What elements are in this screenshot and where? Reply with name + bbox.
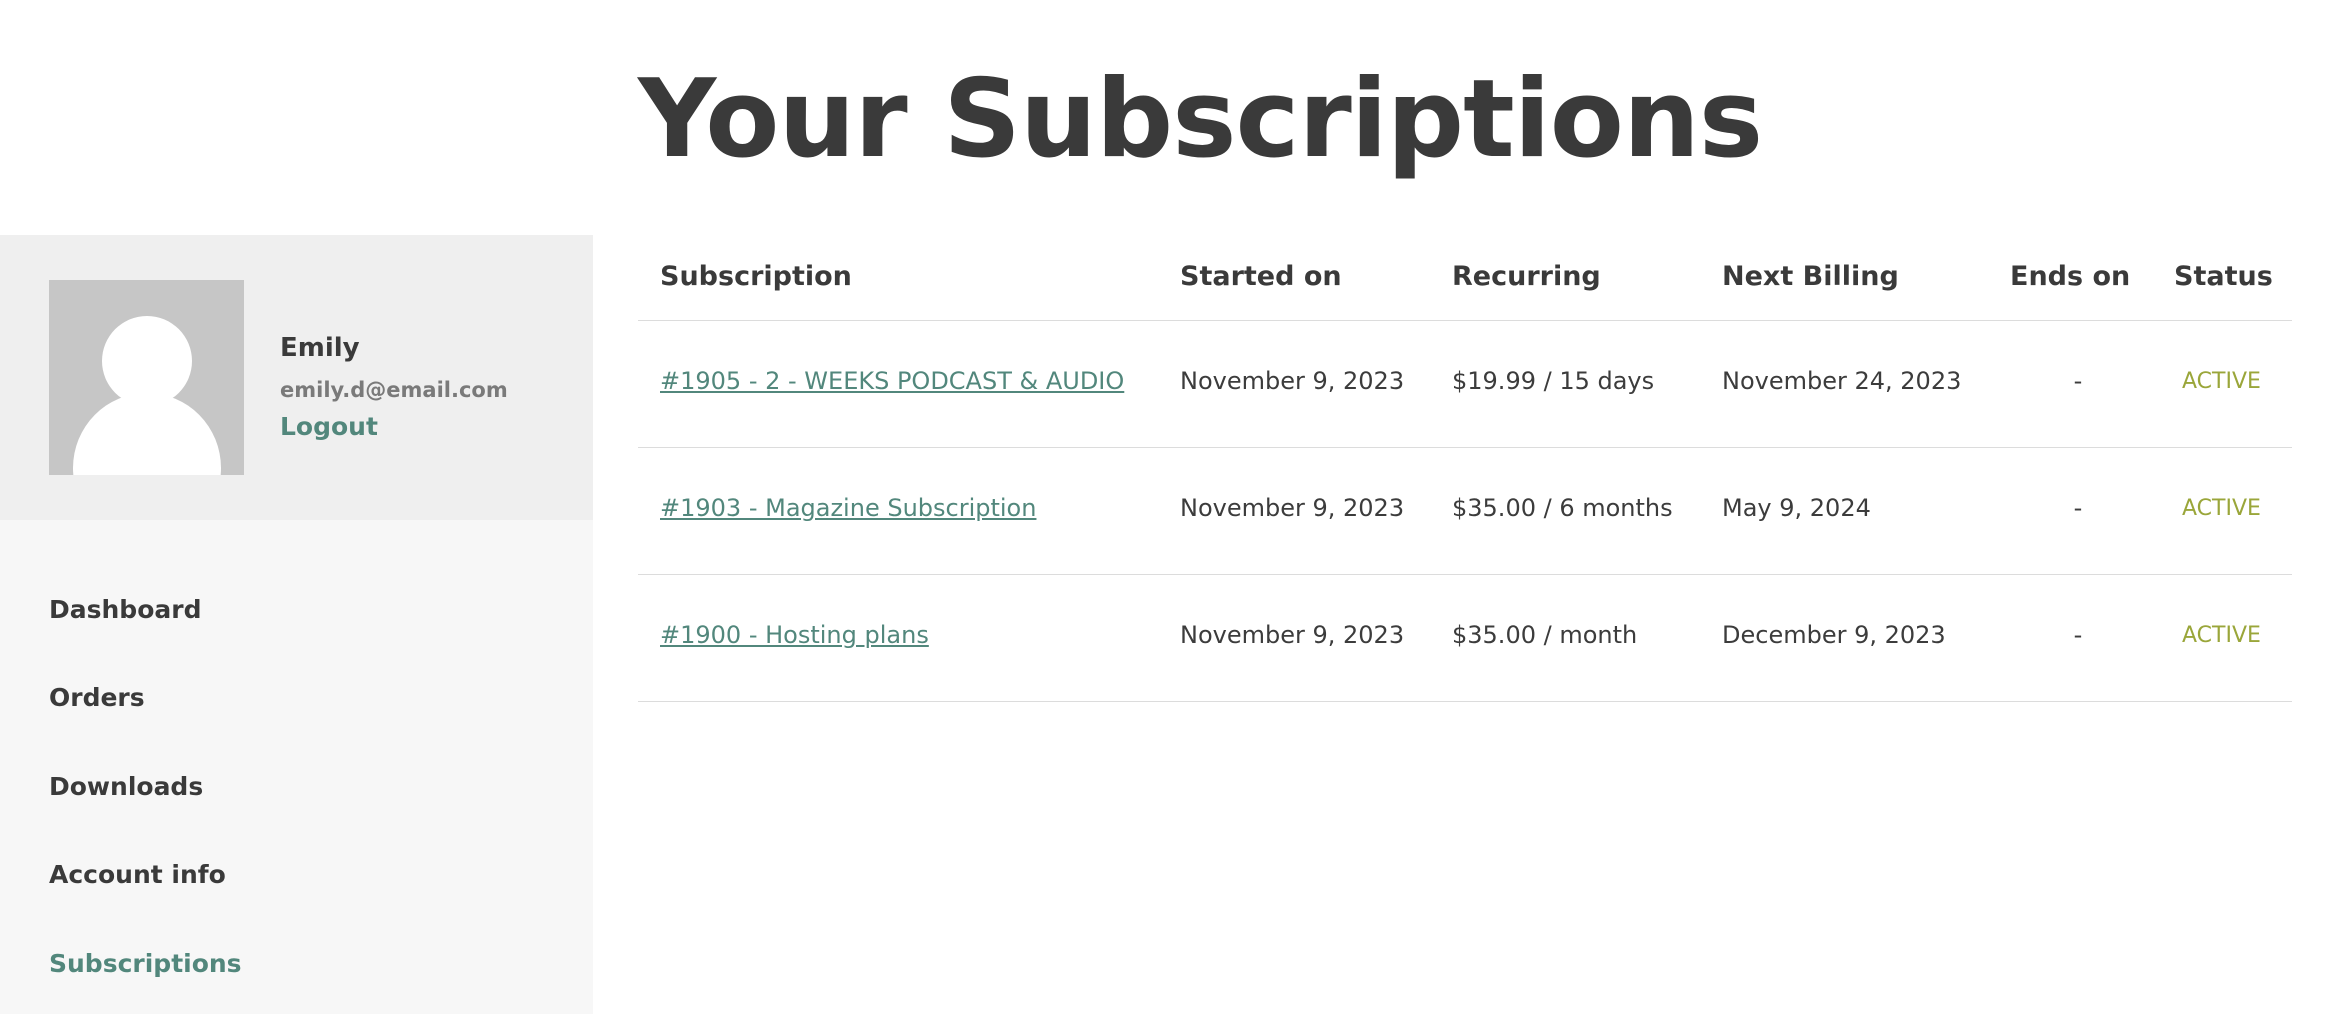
subscription-link[interactable]: #1900 - Hosting plans xyxy=(660,621,929,649)
recurring-cell: $19.99 / 15 days xyxy=(1452,367,1655,395)
column-header-started-on: Started on xyxy=(1180,261,1342,292)
profile-email: emily.d@email.com xyxy=(280,378,508,402)
subscription-link[interactable]: #1905 - 2 - WEEKS PODCAST & AUDIO xyxy=(660,367,1124,395)
profile-name: Emily xyxy=(280,333,360,363)
logout-link[interactable]: Logout xyxy=(280,412,378,441)
recurring-cell: $35.00 / 6 months xyxy=(1452,494,1673,522)
started-on-cell: November 9, 2023 xyxy=(1180,494,1405,522)
column-header-recurring: Recurring xyxy=(1452,261,1601,292)
profile-card: Emily emily.d@email.com Logout xyxy=(0,235,593,520)
ends-on-cell: - xyxy=(2073,494,2083,522)
row-divider xyxy=(638,447,2292,448)
subscription-link[interactable]: #1903 - Magazine Subscription xyxy=(660,494,1036,522)
avatar xyxy=(49,280,244,475)
ends-on-cell: - xyxy=(2073,621,2083,649)
sidebar-item-orders[interactable]: Orders xyxy=(49,683,145,712)
avatar-body xyxy=(73,393,221,475)
sidebar-item-subscriptions[interactable]: Subscriptions xyxy=(49,949,242,978)
column-header-next-billing: Next Billing xyxy=(1722,261,1899,292)
started-on-cell: November 9, 2023 xyxy=(1180,621,1405,649)
column-header-status: Status xyxy=(2174,261,2273,292)
column-header-subscription: Subscription xyxy=(660,261,852,292)
next-billing-cell: May 9, 2024 xyxy=(1722,494,1871,522)
status-badge: ACTIVE xyxy=(2182,496,2261,521)
page-title: Your Subscriptions xyxy=(638,57,1763,182)
status-badge: ACTIVE xyxy=(2182,369,2261,394)
sidebar-item-dashboard[interactable]: Dashboard xyxy=(49,595,201,624)
column-header-ends-on: Ends on xyxy=(2010,261,2131,292)
next-billing-cell: November 24, 2023 xyxy=(1722,367,1962,395)
sidebar: Emily emily.d@email.com Logout Dashboard… xyxy=(0,235,593,1014)
status-badge: ACTIVE xyxy=(2182,623,2261,648)
page: Your Subscriptions Emily emily.d@email.c… xyxy=(0,0,2326,1014)
sidebar-item-downloads[interactable]: Downloads xyxy=(49,772,203,801)
row-divider xyxy=(638,701,2292,702)
header-divider xyxy=(638,320,2292,321)
recurring-cell: $35.00 / month xyxy=(1452,621,1638,649)
next-billing-cell: December 9, 2023 xyxy=(1722,621,1946,649)
row-divider xyxy=(638,574,2292,575)
ends-on-cell: - xyxy=(2073,367,2083,395)
sidebar-item-account-info[interactable]: Account info xyxy=(49,860,226,889)
started-on-cell: November 9, 2023 xyxy=(1180,367,1405,395)
